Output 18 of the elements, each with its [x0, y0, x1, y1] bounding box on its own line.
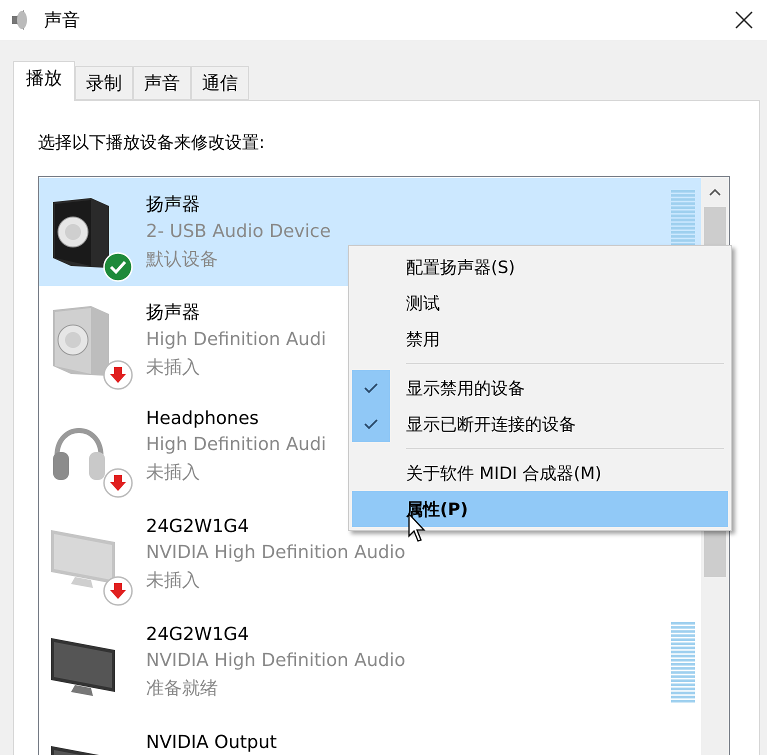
device-status: 未插入 [146, 356, 201, 379]
device-name: NVIDIA Output [146, 732, 277, 753]
device-name: 24G2W1G4 [146, 624, 250, 645]
device-name: Headphones [146, 408, 260, 429]
device-name: 扬声器 [146, 301, 201, 324]
device-name: 24G2W1G4 [146, 516, 250, 537]
device-driver: 2- USB Audio Device [146, 221, 331, 242]
window-title: 声音 [44, 9, 81, 32]
device-driver: High Definition Audi [146, 329, 326, 350]
device-driver: NVIDIA High Definition Audio [146, 650, 406, 671]
device-driver: High Definition Audi [146, 434, 326, 455]
device-status: 未插入 [146, 569, 201, 592]
device-status: 未插入 [146, 461, 201, 484]
device-status: 准备就绪 [146, 677, 219, 700]
device-name: 扬声器 [146, 193, 201, 216]
device-driver: NVIDIA High Definition Audio [146, 542, 406, 563]
device-status: 默认设备 [146, 248, 219, 271]
instruction-text: 选择以下播放设备来修改设置: [38, 132, 266, 154]
